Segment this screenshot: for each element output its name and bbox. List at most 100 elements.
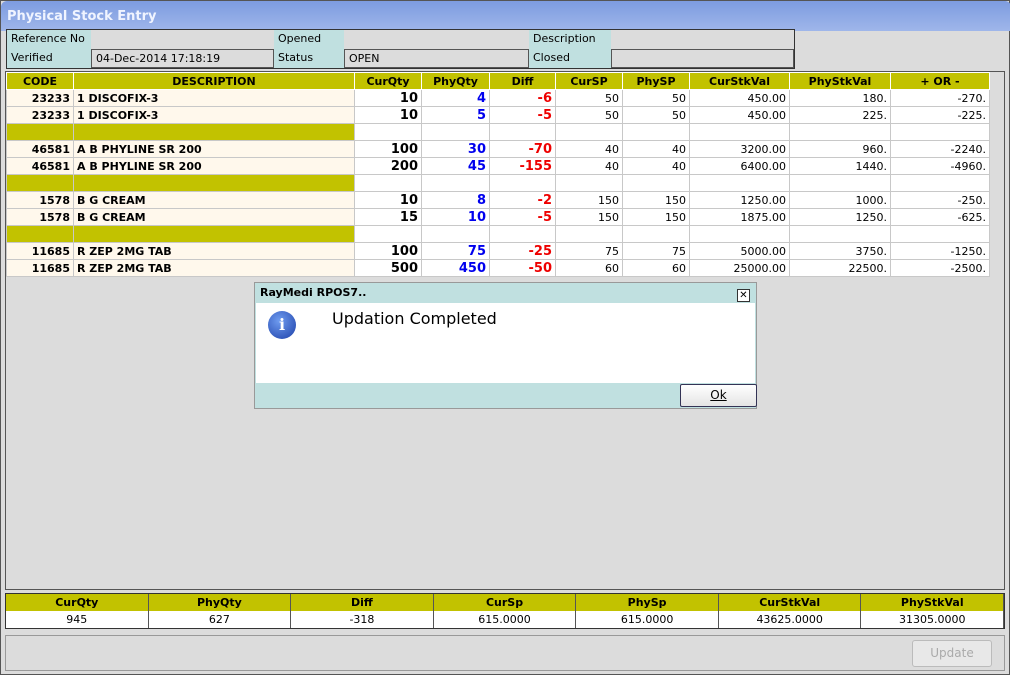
- table-cell[interactable]: 200: [354, 157, 422, 175]
- table-cell[interactable]: 50: [622, 106, 690, 124]
- table-row[interactable]: 11685 R ZEP 2MG TAB 500 450 -50 60 60 25000.00 2…: [6, 259, 990, 277]
- reference-field[interactable]: [91, 30, 274, 49]
- table-row[interactable]: 46581 A B PHYLINE SR 200 200 45 -155 40 40 6400…: [6, 157, 990, 175]
- table-cell[interactable]: 150: [622, 208, 690, 226]
- table-cell[interactable]: 3750.: [789, 242, 891, 260]
- table-cell[interactable]: -2: [489, 191, 556, 209]
- table-cell[interactable]: 8: [421, 191, 490, 209]
- table-cell[interactable]: 6400.00: [689, 157, 790, 175]
- table-cell[interactable]: [354, 123, 422, 141]
- table-cell[interactable]: 100: [354, 242, 422, 260]
- table-row[interactable]: [6, 174, 990, 192]
- table-cell[interactable]: 3200.00: [689, 140, 790, 158]
- table-cell[interactable]: -25: [489, 242, 556, 260]
- table-cell[interactable]: 11685: [6, 259, 74, 277]
- table-cell[interactable]: [555, 225, 623, 243]
- table-cell[interactable]: [622, 225, 690, 243]
- table-cell[interactable]: -2240.: [890, 140, 990, 158]
- table-cell[interactable]: -5: [489, 106, 556, 124]
- table-cell[interactable]: [421, 225, 490, 243]
- table-cell[interactable]: [789, 225, 891, 243]
- table-cell[interactable]: 1440.: [789, 157, 891, 175]
- table-cell[interactable]: 500: [354, 259, 422, 277]
- ok-button[interactable]: Ok: [680, 384, 757, 407]
- table-cell[interactable]: [689, 123, 790, 141]
- table-cell[interactable]: 10: [354, 89, 422, 107]
- column-header[interactable]: Diff: [489, 72, 556, 90]
- table-cell[interactable]: [689, 174, 790, 192]
- table-cell[interactable]: 1000.: [789, 191, 891, 209]
- table-cell[interactable]: [789, 174, 891, 192]
- column-header[interactable]: CODE: [6, 72, 74, 90]
- column-header[interactable]: CurSP: [555, 72, 623, 90]
- table-cell[interactable]: 10: [421, 208, 490, 226]
- closed-field[interactable]: [611, 49, 794, 68]
- table-cell[interactable]: 40: [555, 157, 623, 175]
- table-cell[interactable]: 1250.: [789, 208, 891, 226]
- table-cell[interactable]: R ZEP 2MG TAB: [73, 259, 355, 277]
- table-cell[interactable]: [421, 123, 490, 141]
- table-cell[interactable]: 30: [421, 140, 490, 158]
- table-cell[interactable]: 450.00: [689, 106, 790, 124]
- table-cell[interactable]: 75: [421, 242, 490, 260]
- table-cell[interactable]: 1875.00: [689, 208, 790, 226]
- status-field[interactable]: OPEN: [344, 49, 529, 68]
- table-row[interactable]: [6, 123, 990, 141]
- table-cell[interactable]: 60: [622, 259, 690, 277]
- table-cell[interactable]: -270.: [890, 89, 990, 107]
- table-cell[interactable]: -5: [489, 208, 556, 226]
- column-header[interactable]: CurQty: [354, 72, 422, 90]
- table-cell[interactable]: -250.: [890, 191, 990, 209]
- table-cell[interactable]: -625.: [890, 208, 990, 226]
- table-row[interactable]: 46581 A B PHYLINE SR 200 100 30 -70 40 40 3200.…: [6, 140, 990, 158]
- table-cell[interactable]: [890, 225, 990, 243]
- table-cell[interactable]: 10: [354, 106, 422, 124]
- update-button[interactable]: Update: [912, 640, 992, 667]
- table-cell[interactable]: [555, 123, 623, 141]
- table-cell[interactable]: 150: [622, 191, 690, 209]
- table-cell[interactable]: [622, 174, 690, 192]
- table-row[interactable]: 23233 1 DISCOFIX-3 10 5 -5 50 50 450.00 225. -225…: [6, 106, 990, 124]
- table-cell[interactable]: 75: [622, 242, 690, 260]
- table-cell[interactable]: [555, 174, 623, 192]
- table-cell[interactable]: 960.: [789, 140, 891, 158]
- table-cell[interactable]: 1250.00: [689, 191, 790, 209]
- table-cell[interactable]: 225.: [789, 106, 891, 124]
- table-cell[interactable]: 23233: [6, 106, 74, 124]
- table-cell[interactable]: -155: [489, 157, 556, 175]
- table-cell[interactable]: -2500.: [890, 259, 990, 277]
- opened-field[interactable]: [344, 30, 529, 49]
- table-cell[interactable]: 50: [555, 89, 623, 107]
- verified-field[interactable]: 04-Dec-2014 17:18:19: [91, 49, 274, 68]
- table-cell[interactable]: 60: [555, 259, 623, 277]
- table-row[interactable]: [6, 225, 990, 243]
- table-cell[interactable]: 50: [622, 89, 690, 107]
- table-cell[interactable]: 40: [555, 140, 623, 158]
- column-header[interactable]: PhyStkVal: [789, 72, 891, 90]
- table-cell[interactable]: -70: [489, 140, 556, 158]
- column-header[interactable]: DESCRIPTION: [73, 72, 355, 90]
- table-cell[interactable]: B G CREAM: [73, 191, 355, 209]
- table-cell[interactable]: [6, 225, 74, 243]
- table-cell[interactable]: [489, 174, 556, 192]
- table-cell[interactable]: 4: [421, 89, 490, 107]
- table-cell[interactable]: [421, 174, 490, 192]
- table-cell[interactable]: 46581: [6, 140, 74, 158]
- table-cell[interactable]: 1578: [6, 208, 74, 226]
- table-cell[interactable]: -4960.: [890, 157, 990, 175]
- table-cell[interactable]: 180.: [789, 89, 891, 107]
- table-cell[interactable]: [6, 123, 74, 141]
- table-cell[interactable]: 150: [555, 191, 623, 209]
- column-header[interactable]: PhyQty: [421, 72, 490, 90]
- table-cell[interactable]: A B PHYLINE SR 200: [73, 140, 355, 158]
- table-cell[interactable]: 1 DISCOFIX-3: [73, 106, 355, 124]
- table-cell[interactable]: 100: [354, 140, 422, 158]
- table-cell[interactable]: -50: [489, 259, 556, 277]
- table-cell[interactable]: [890, 174, 990, 192]
- table-row[interactable]: 1578 B G CREAM 10 8 -2 150 150 1250.00 1000. -250…: [6, 191, 990, 209]
- table-cell[interactable]: 1578: [6, 191, 74, 209]
- table-cell[interactable]: B G CREAM: [73, 208, 355, 226]
- table-cell[interactable]: 450: [421, 259, 490, 277]
- table-cell[interactable]: 5: [421, 106, 490, 124]
- table-cell[interactable]: [689, 225, 790, 243]
